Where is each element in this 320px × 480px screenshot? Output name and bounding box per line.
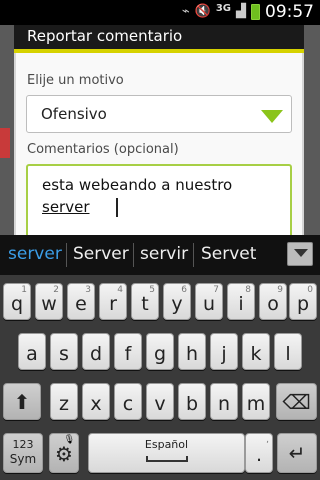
- network-type: 3G: [215, 3, 231, 14]
- motivo-select[interactable]: Ofensivo: [26, 95, 292, 133]
- key-n[interactable]: n: [210, 383, 238, 420]
- dropdown-arrow-icon: [261, 110, 283, 123]
- suggestion-2[interactable]: Server: [73, 244, 129, 264]
- keyboard: 1q 2w 3e 4r 5t 6y 7u 8i 9o 0p a s d f g …: [0, 275, 320, 480]
- suggestion-4[interactable]: Servet: [201, 244, 256, 264]
- comment-text-line1: esta webeando a nuestro: [42, 176, 233, 194]
- backspace-key[interactable]: ⌫: [276, 383, 317, 420]
- text-cursor: [116, 198, 118, 217]
- suggestion-3[interactable]: servir: [140, 244, 188, 264]
- dialog-title: Reportar comentario: [27, 27, 183, 45]
- key-y[interactable]: 6y: [163, 283, 191, 320]
- key-l[interactable]: l: [274, 333, 302, 370]
- key-o[interactable]: 9o: [259, 283, 287, 320]
- symbols-key[interactable]: 123 Sym: [3, 433, 43, 473]
- report-dialog: Reportar comentario Elije un motivo Ofen…: [14, 25, 304, 260]
- suggestion-bar: server Server servir Servet: [0, 235, 320, 275]
- enter-arrow-icon: ↵: [288, 441, 306, 465]
- backspace-icon: ⌫: [282, 390, 311, 414]
- space-bar-icon: [146, 456, 188, 462]
- key-e[interactable]: 3e: [67, 283, 95, 320]
- motivo-label: Elije un motivo: [27, 73, 124, 88]
- expand-suggestions-button[interactable]: [287, 242, 313, 266]
- key-w[interactable]: 2w: [35, 283, 63, 320]
- shift-arrow-icon: ⬆: [13, 390, 31, 414]
- suggestion-divider: [133, 243, 134, 267]
- shift-key[interactable]: ⬆: [3, 383, 41, 420]
- usb-icon: ⌁: [181, 4, 190, 19]
- key-k[interactable]: k: [242, 333, 270, 370]
- key-d[interactable]: d: [82, 333, 110, 370]
- gear-icon: ⚙: [55, 442, 73, 466]
- comment-text-line2: server: [42, 198, 90, 216]
- key-m[interactable]: m: [242, 383, 270, 420]
- motivo-value: Ofensivo: [41, 105, 107, 123]
- period-key[interactable]: . ,: [245, 433, 273, 473]
- key-p[interactable]: 0p: [289, 283, 317, 320]
- key-q[interactable]: 1q: [3, 283, 31, 320]
- background-app-element: [0, 128, 10, 158]
- background-app-edge-right: [304, 25, 320, 235]
- suggestion-divider: [66, 243, 67, 267]
- space-key[interactable]: Español: [88, 433, 245, 473]
- key-t[interactable]: 5t: [131, 283, 159, 320]
- chevron-down-icon: [294, 249, 308, 257]
- key-b[interactable]: b: [178, 383, 206, 420]
- status-icons: ⌁ 🔇 3G ▟: [182, 3, 260, 21]
- key-c[interactable]: c: [114, 383, 142, 420]
- battery-icon: [251, 4, 260, 20]
- dialog-title-bar: Reportar comentario: [14, 25, 304, 53]
- key-a[interactable]: a: [18, 333, 46, 370]
- signal-icon: ▟: [236, 4, 246, 19]
- suggestion-divider: [193, 243, 194, 267]
- key-x[interactable]: x: [82, 383, 110, 420]
- key-f[interactable]: f: [114, 333, 142, 370]
- period-alt-icon: ,: [266, 435, 269, 445]
- key-i[interactable]: 8i: [227, 283, 255, 320]
- status-bar: ⌁ 🔇 3G ▟ 09:57: [0, 0, 320, 25]
- key-r[interactable]: 4r: [99, 283, 127, 320]
- settings-key[interactable]: ⚙ 🎙: [49, 433, 79, 473]
- key-h[interactable]: h: [178, 333, 206, 370]
- mute-icon: 🔇: [194, 4, 211, 19]
- status-time: 09:57: [265, 2, 314, 22]
- mic-icon: 🎙: [63, 435, 75, 445]
- key-s[interactable]: s: [50, 333, 78, 370]
- key-j[interactable]: j: [210, 333, 238, 370]
- key-u[interactable]: 7u: [195, 283, 223, 320]
- key-v[interactable]: v: [146, 383, 174, 420]
- key-z[interactable]: z: [50, 383, 78, 420]
- enter-key[interactable]: ↵: [277, 433, 317, 473]
- suggestion-1[interactable]: server: [8, 244, 62, 264]
- key-g[interactable]: g: [146, 333, 174, 370]
- comentarios-label: Comentarios (opcional): [27, 142, 179, 157]
